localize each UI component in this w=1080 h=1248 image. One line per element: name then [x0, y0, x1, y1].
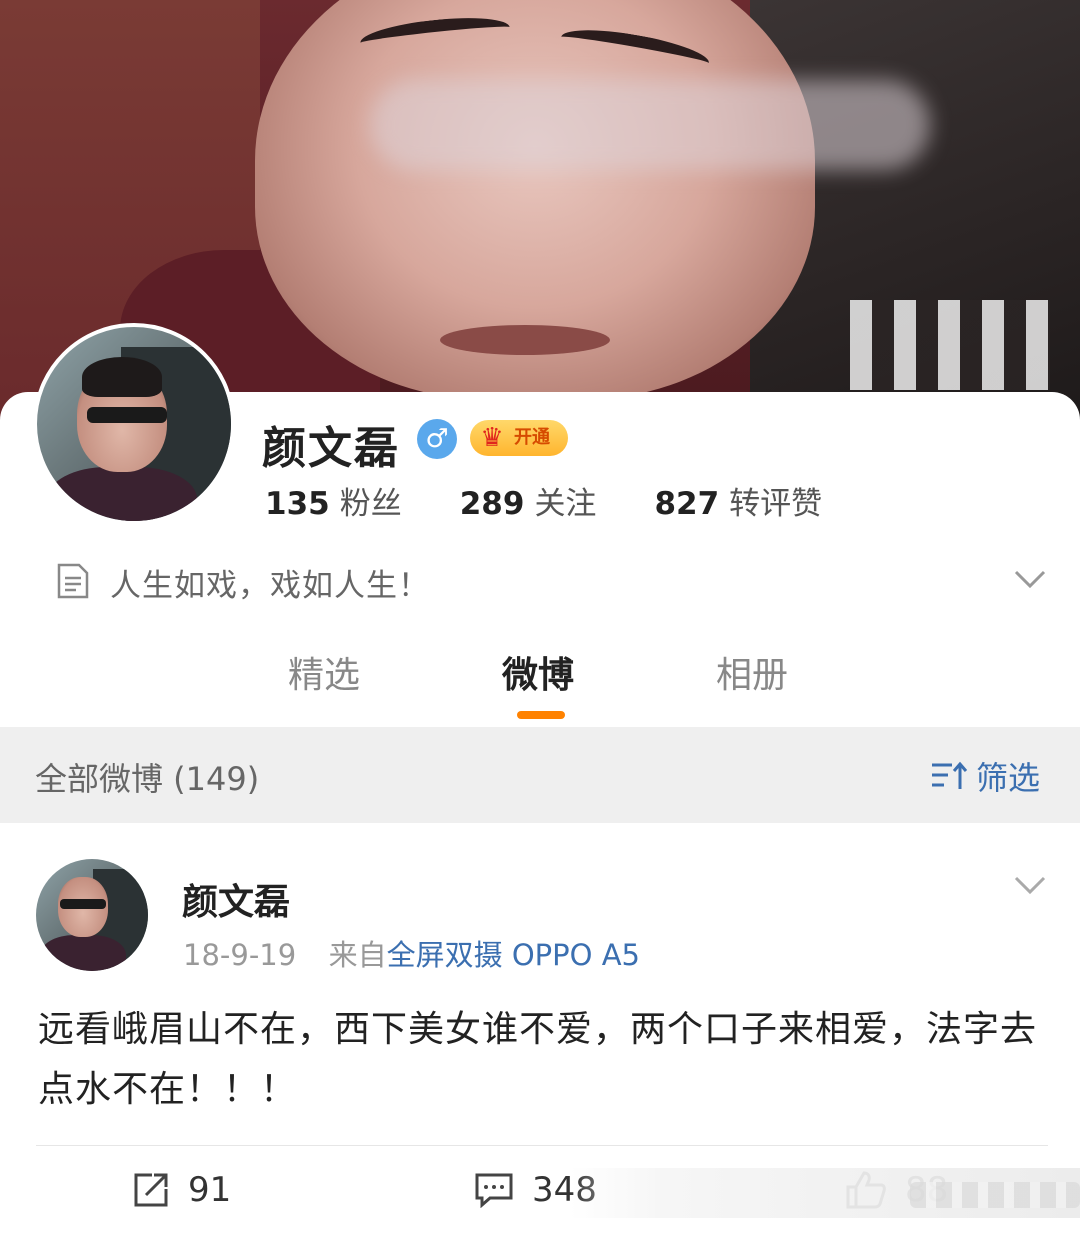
stat-value: 289 — [459, 486, 525, 522]
stat-label: 转评赞 — [729, 486, 823, 522]
crown-icon: ♛ — [480, 423, 504, 453]
filter-label: 筛选 — [975, 759, 1040, 797]
filter-bar: 全部微博 (149) 筛选 — [0, 727, 1080, 823]
active-tab-indicator — [517, 711, 565, 719]
avatar-figure — [40, 935, 126, 971]
post-date: 18-9-19 — [183, 938, 297, 972]
post-author-name[interactable]: 颜文磊 — [182, 873, 290, 925]
stat-label: 粉丝 — [339, 486, 402, 522]
bio-text: 人生如戏，戏如人生！ — [110, 568, 430, 604]
vip-open-badge[interactable]: ♛ 开通 — [470, 420, 568, 456]
repost-button[interactable]: 91 — [132, 1170, 231, 1210]
vip-label: 开通 — [514, 427, 550, 448]
repost-icon — [134, 1173, 168, 1207]
post-source-prefix: 来自 — [328, 938, 387, 972]
avatar-figure — [87, 407, 167, 423]
post-content: 远看峨眉山不在，西下美女谁不爱，两个口子来相爱，法字去点水不在！！！ — [38, 1009, 1038, 1110]
post-source-link[interactable]: 全屏双摄 OPPO A5 — [387, 938, 640, 972]
bio-row[interactable]: 人生如戏，戏如人生！ — [0, 548, 1080, 614]
male-icon: ♂ — [417, 419, 457, 459]
post-meta: 18-9-19 来自全屏双摄 OPPO A5 — [183, 932, 640, 974]
avatar-figure — [82, 357, 162, 397]
repost-count: 91 — [188, 1170, 232, 1210]
tab-featured[interactable]: 精选 — [288, 646, 360, 698]
filter-button[interactable]: 筛选 — [930, 753, 1040, 799]
tab-album[interactable]: 相册 — [716, 646, 788, 698]
document-icon — [57, 563, 89, 599]
profile-stats: 135 粉丝 289 关注 827 转评赞 — [265, 478, 880, 523]
profile-avatar[interactable] — [33, 323, 235, 525]
avatar-figure — [47, 467, 197, 521]
fade-decoration — [910, 1182, 1080, 1208]
stat-following[interactable]: 289 关注 — [460, 478, 597, 523]
cover-blur-mask — [370, 80, 930, 170]
cover-decoration — [850, 300, 1050, 390]
avatar-figure — [60, 899, 106, 909]
all-weibo-count: 全部微博 (149) — [35, 760, 260, 798]
stat-value: 827 — [654, 486, 720, 522]
image-fade-overlay — [570, 1168, 1080, 1218]
stat-interactions[interactable]: 827 转评赞 — [654, 478, 822, 523]
chevron-down-icon[interactable] — [1012, 872, 1048, 898]
stat-followers[interactable]: 135 粉丝 — [265, 478, 402, 523]
filter-icon — [931, 761, 968, 789]
stat-value: 135 — [265, 486, 330, 522]
post-author-avatar[interactable] — [36, 859, 148, 971]
comment-icon — [475, 1173, 513, 1208]
divider — [36, 1145, 1048, 1146]
tab-weibo[interactable]: 微博 — [502, 646, 574, 698]
chevron-down-icon[interactable] — [1012, 566, 1048, 592]
cover-figure — [440, 325, 610, 355]
stat-label: 关注 — [534, 486, 597, 522]
profile-name: 颜文磊 — [262, 423, 400, 474]
